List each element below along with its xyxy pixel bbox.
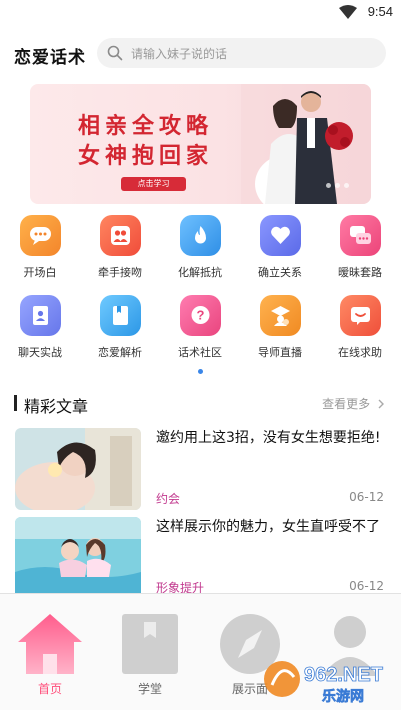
tab-school[interactable]: 学堂 xyxy=(100,594,200,710)
heart-icon xyxy=(260,215,301,256)
feature-opening-line[interactable]: 开场白 xyxy=(5,213,75,283)
feature-establish-relationship[interactable]: 确立关系 xyxy=(245,213,315,283)
question-icon: ? xyxy=(180,295,221,336)
svg-text:?: ? xyxy=(197,308,205,323)
search-icon xyxy=(107,45,123,61)
article-thumbnail xyxy=(15,428,141,510)
grid-pager-dot xyxy=(198,369,203,374)
svg-text:乐游网: 乐游网 xyxy=(322,688,364,705)
pager-dot xyxy=(344,183,349,188)
header: 恋爱话术 请输入妹子说的话 xyxy=(0,38,401,70)
banner-pager xyxy=(322,173,349,192)
feature-label: 化解抵抗 xyxy=(178,266,222,279)
view-more-link[interactable]: 查看更多 xyxy=(322,395,385,412)
section-header: 精彩文章 查看更多 xyxy=(0,390,401,416)
pager-dot xyxy=(335,183,340,188)
feature-resolve-resistance[interactable]: 化解抵抗 xyxy=(165,213,235,283)
status-time: 9:54 xyxy=(367,4,393,19)
mentor-icon xyxy=(260,295,301,336)
help-chat-icon xyxy=(340,295,381,336)
feature-label: 话术社区 xyxy=(178,346,222,359)
watermark-logo: 962.NET 乐游网 xyxy=(260,655,395,705)
search-placeholder: 请输入妹子说的话 xyxy=(131,47,228,61)
chevron-right-icon xyxy=(378,399,384,409)
banner-headline-1: 相亲全攻略 xyxy=(78,113,214,139)
chat-double-icon xyxy=(340,215,381,256)
feature-flirt-tricks[interactable]: 暧昧套路 xyxy=(325,213,395,283)
home-icon xyxy=(18,614,82,674)
feature-label: 在线求助 xyxy=(338,346,382,359)
section-marker xyxy=(14,395,17,411)
article-tag[interactable]: 约会 xyxy=(156,490,180,507)
article-thumbnail xyxy=(15,517,141,599)
section-title: 精彩文章 xyxy=(24,397,89,416)
status-bar: 9:54 xyxy=(0,0,401,24)
feature-online-help[interactable]: 在线求助 xyxy=(325,293,395,363)
search-input[interactable]: 请输入妹子说的话 xyxy=(97,38,386,68)
tab-label: 学堂 xyxy=(137,682,162,696)
feature-label: 聊天实战 xyxy=(18,346,62,359)
feature-label: 开场白 xyxy=(23,266,57,279)
wifi-icon xyxy=(339,5,357,19)
article-date: 06-12 xyxy=(349,579,384,593)
book-icon xyxy=(100,295,141,336)
banner-headline-2: 女神抱回家 xyxy=(78,143,214,169)
couple-icon xyxy=(100,215,141,256)
article-item[interactable]: 邀约用上这3招，没有女生想要拒绝! 约会 06-12 xyxy=(0,428,401,510)
article-title: 这样展示你的魅力，女生直呼受不了 xyxy=(156,519,380,535)
svg-text:962.NET: 962.NET xyxy=(304,664,383,686)
feature-label: 导师直播 xyxy=(258,346,302,359)
view-more-label: 查看更多 xyxy=(322,397,371,411)
feature-label: 确立关系 xyxy=(258,266,302,279)
couple-photo xyxy=(241,84,371,204)
feature-chat-practice[interactable]: 聊天实战 xyxy=(5,293,75,363)
article-item[interactable]: 这样展示你的魅力，女生直呼受不了 形象提升 06-12 xyxy=(0,517,401,599)
app-title: 恋爱话术 xyxy=(14,48,86,68)
chat-bubble-icon xyxy=(20,215,61,256)
feature-community[interactable]: ? 话术社区 xyxy=(165,293,235,363)
article-title: 邀约用上这3招，没有女生想要拒绝! xyxy=(156,430,381,446)
article-date: 06-12 xyxy=(349,490,384,504)
feature-label: 恋爱解析 xyxy=(98,346,142,359)
tab-home[interactable]: 首页 xyxy=(0,594,100,710)
feature-love-analysis[interactable]: 恋爱解析 xyxy=(85,293,155,363)
tab-label: 首页 xyxy=(37,682,62,696)
pager-dot xyxy=(326,183,331,188)
bookmark-icon xyxy=(122,614,178,674)
promo-banner[interactable]: 相亲全攻略 女神抱回家 点击学习 xyxy=(30,84,371,204)
feature-hold-hands[interactable]: 牵手接吻 xyxy=(85,213,155,283)
contact-book-icon xyxy=(20,295,61,336)
flame-icon xyxy=(180,215,221,256)
feature-label: 暧昧套路 xyxy=(338,266,382,279)
banner-cta-button[interactable]: 点击学习 xyxy=(121,177,186,191)
feature-mentor-live[interactable]: 导师直播 xyxy=(245,293,315,363)
feature-label: 牵手接吻 xyxy=(98,266,142,279)
